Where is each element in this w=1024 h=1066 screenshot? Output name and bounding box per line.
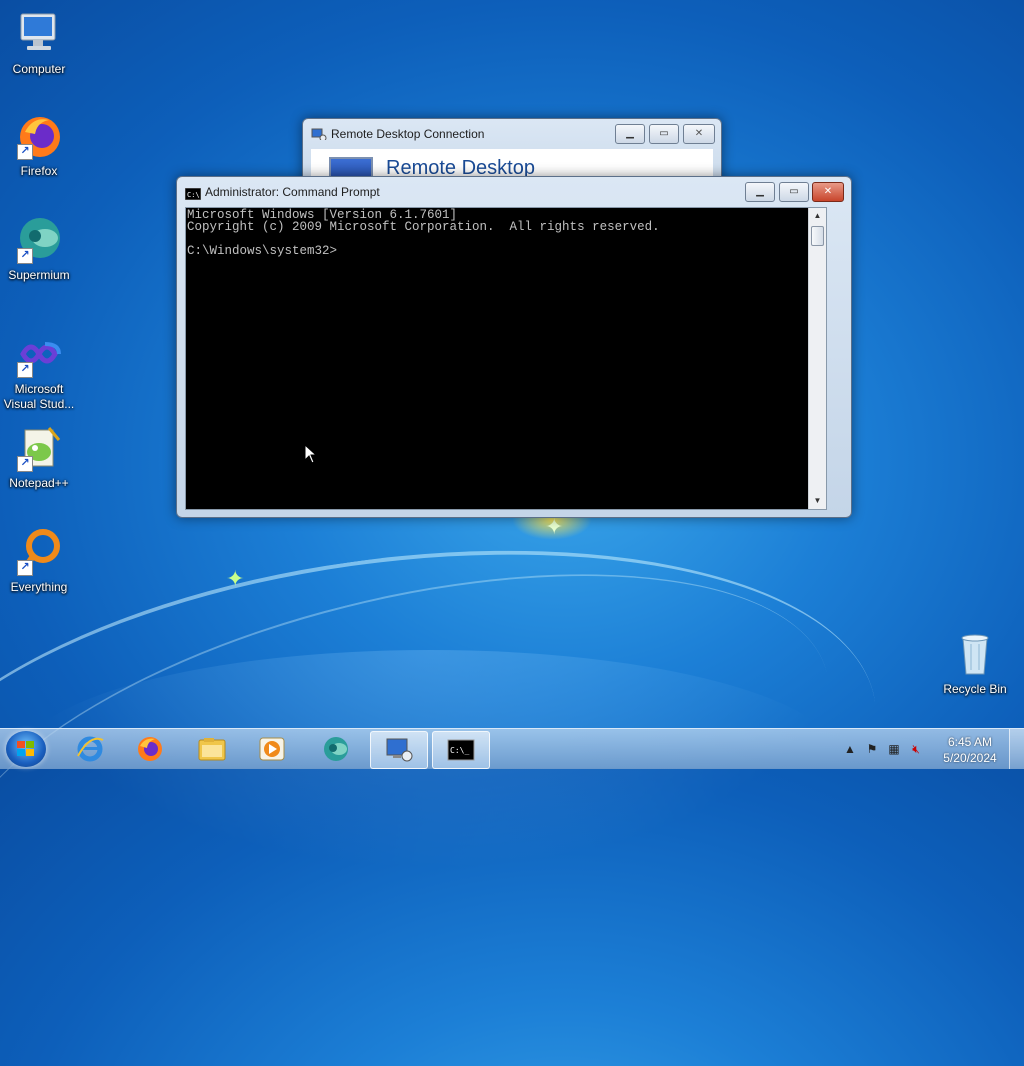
- console-scrollbar[interactable]: ▲ ▼: [808, 208, 826, 509]
- internet-explorer-icon: [77, 736, 104, 762]
- wallpaper-sparkle: ✦: [226, 566, 245, 591]
- supermium-icon: [324, 737, 348, 761]
- scroll-down-arrow-icon[interactable]: ▼: [809, 493, 826, 509]
- cmd-window[interactable]: C:\ Administrator: Command Prompt ▁ ▭ ✕ …: [176, 176, 852, 518]
- cmd-title: Administrator: Command Prompt: [205, 185, 380, 199]
- taskbar-firefox[interactable]: [122, 731, 178, 767]
- notepadpp-icon: ↗: [15, 424, 63, 472]
- desktop-icon-label: Firefox: [20, 164, 58, 178]
- recycle-bin-icon: [951, 630, 999, 678]
- mouse-cursor-icon: [304, 444, 318, 464]
- cmd-titlebar[interactable]: C:\ Administrator: Command Prompt ▁ ▭ ✕: [177, 177, 851, 207]
- shortcut-arrow-icon: ↗: [17, 248, 33, 264]
- taskbar-file-explorer[interactable]: [184, 731, 240, 767]
- svg-text:C:\: C:\: [187, 191, 200, 199]
- desktop-icon-supermium[interactable]: ↗ Supermium: [1, 216, 77, 283]
- shortcut-arrow-icon: ↗: [17, 456, 33, 472]
- scroll-up-arrow-icon[interactable]: ▲: [809, 208, 826, 224]
- desktop-icon-label: Supermium: [8, 268, 70, 282]
- console-prompt: C:\Windows\system32>: [187, 244, 338, 258]
- shortcut-arrow-icon: ↗: [17, 560, 33, 576]
- desktop-icon-computer[interactable]: Computer: [1, 10, 77, 77]
- show-hidden-icons-icon[interactable]: ▲: [842, 741, 858, 757]
- desktop-icon-label: Notepad++: [9, 476, 69, 490]
- desktop-icon-label: Everything: [10, 580, 68, 594]
- remote-desktop-icon: [386, 738, 413, 762]
- volume-muted-icon[interactable]: 🔇︎: [908, 741, 924, 757]
- firefox-icon: [138, 737, 162, 761]
- rdp-maximize-button[interactable]: ▭: [649, 124, 679, 144]
- system-tray: ▲ ⚑ ▦ 🔇︎ 6:45 AM 5/20/2024: [834, 729, 1024, 769]
- command-prompt-icon: C:\_: [447, 739, 475, 761]
- firefox-icon: ↗: [15, 112, 63, 160]
- cmd-maximize-button[interactable]: ▭: [779, 182, 809, 202]
- console-line: Copyright (c) 2009 Microsoft Corporation…: [187, 220, 660, 234]
- rdp-title: Remote Desktop Connection: [331, 127, 485, 141]
- svg-text:C:\_: C:\_: [450, 746, 469, 755]
- desktop-icon-recycle-bin[interactable]: Recycle Bin: [937, 630, 1013, 697]
- clock-time: 6:45 AM: [947, 735, 993, 749]
- rdp-minimize-button[interactable]: ▁: [615, 124, 645, 144]
- desktop-icon-label: Microsoft Visual Stud...: [3, 382, 75, 411]
- everything-icon: ↗: [15, 528, 63, 576]
- shortcut-arrow-icon: ↗: [17, 144, 33, 160]
- rdp-titlebar[interactable]: Remote Desktop Connection ▁ ▭ ✕: [303, 119, 721, 149]
- taskbar-supermium[interactable]: [308, 731, 364, 767]
- network-icon[interactable]: ▦: [886, 741, 902, 757]
- supermium-icon: ↗: [15, 216, 63, 264]
- desktop-icon-visual-studio[interactable]: ↗ Microsoft Visual Stud...: [1, 330, 77, 412]
- desktop-icon-label: Computer: [12, 62, 66, 76]
- visual-studio-icon: ↗: [15, 330, 63, 378]
- clock[interactable]: 6:45 AM 5/20/2024: [940, 734, 1000, 766]
- scrollbar-thumb[interactable]: [811, 226, 824, 246]
- cmd-minimize-button[interactable]: ▁: [745, 182, 775, 202]
- desktop-icon-notepadpp[interactable]: ↗ Notepad++: [1, 424, 77, 491]
- taskbar-remote-desktop[interactable]: [370, 731, 428, 769]
- rdp-close-button[interactable]: ✕: [683, 124, 715, 144]
- show-desktop-button[interactable]: [1009, 729, 1024, 769]
- start-button[interactable]: [6, 731, 46, 767]
- windows-logo-icon: [17, 741, 34, 756]
- taskbar: C:\_ ▲ ⚑ ▦ 🔇︎ 6:45 AM 5/20/2024: [0, 728, 1024, 769]
- clock-date: 5/20/2024: [943, 751, 997, 765]
- console-output: Microsoft Windows [Version 6.1.7601] Copy…: [186, 208, 661, 258]
- shortcut-arrow-icon: ↗: [17, 362, 33, 378]
- computer-icon: [15, 10, 63, 58]
- desktop-icon-everything[interactable]: ↗ Everything: [1, 528, 77, 595]
- desktop-icon-firefox[interactable]: ↗ Firefox: [1, 112, 77, 179]
- taskbar-media-player[interactable]: [244, 731, 300, 767]
- file-explorer-icon: [198, 738, 226, 761]
- desktop-icon-label: Recycle Bin: [943, 682, 1007, 696]
- media-player-icon: [259, 737, 285, 761]
- taskbar-command-prompt[interactable]: C:\_: [432, 731, 490, 769]
- console-area[interactable]: Microsoft Windows [Version 6.1.7601] Copy…: [185, 207, 827, 510]
- remote-desktop-icon: [311, 128, 327, 140]
- command-prompt-icon: C:\: [185, 188, 201, 200]
- cmd-close-button[interactable]: ✕: [812, 182, 844, 202]
- action-center-flag-icon[interactable]: ⚑: [864, 741, 880, 757]
- taskbar-internet-explorer[interactable]: [62, 731, 118, 767]
